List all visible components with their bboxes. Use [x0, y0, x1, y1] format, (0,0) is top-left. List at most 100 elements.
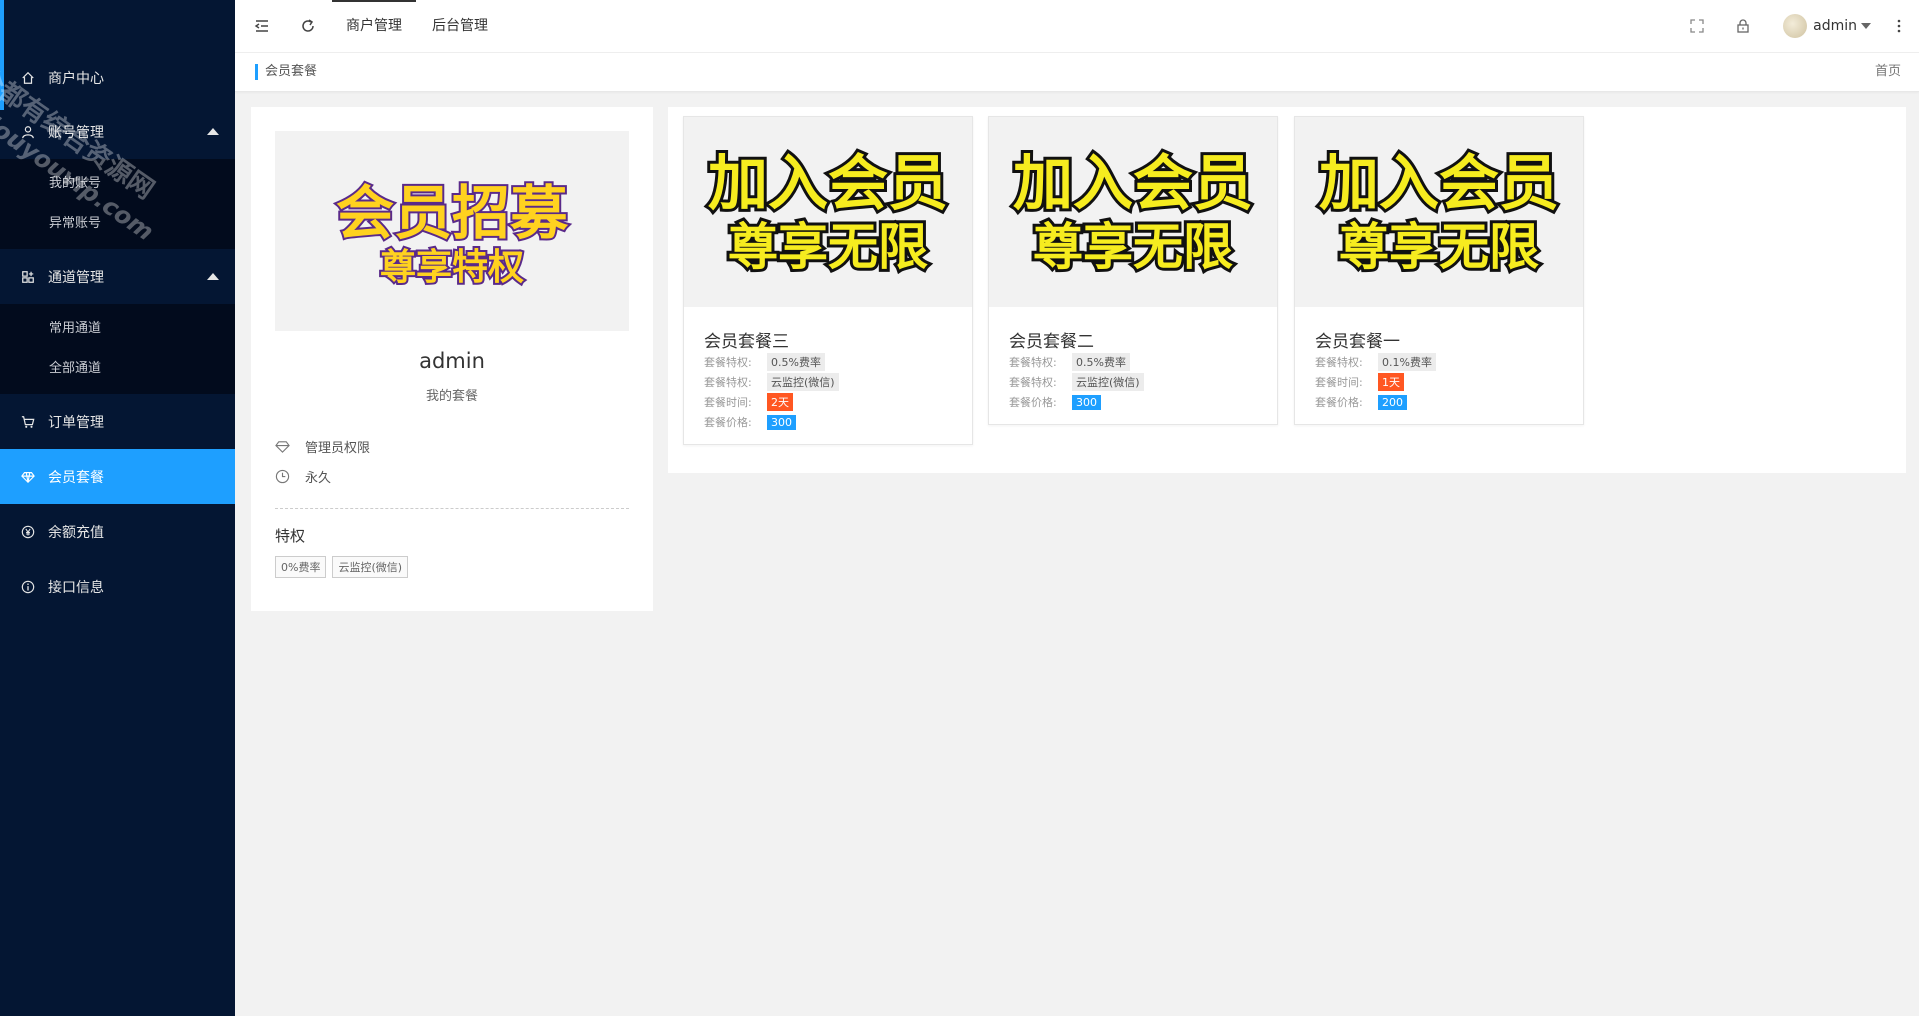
- package-card[interactable]: 加入会员 尊享无限 会员套餐二 套餐特权: 0.5%费率 套餐特权: 云监控(微信)…: [988, 116, 1278, 425]
- row-label: 套餐时间:: [704, 396, 752, 409]
- package-title: 会员套餐二: [1009, 332, 1094, 352]
- tab-merchant-management[interactable]: 商户管理: [332, 0, 416, 52]
- user-icon: [20, 124, 36, 140]
- row-label: 套餐特权:: [1009, 376, 1057, 389]
- lock-icon[interactable]: [1733, 16, 1753, 36]
- more-icon[interactable]: [1889, 16, 1909, 36]
- privilege-tags: 0%费率 云监控(微信): [275, 556, 409, 578]
- permission-row: 管理员权限: [275, 437, 370, 456]
- account-submenu: 我的账号 异常账号: [0, 159, 235, 249]
- sidebar-logo-area: [0, 0, 235, 110]
- profile-banner-image: 会员招募 尊享特权: [275, 131, 629, 331]
- sidebar-item-channel-management[interactable]: 通道管理: [0, 249, 235, 304]
- sidebar-item-order-management[interactable]: 订单管理: [0, 394, 235, 449]
- privileges-title: 特权: [275, 527, 306, 545]
- sidebar-subitem-abnormal-account[interactable]: 异常账号: [0, 204, 235, 244]
- row-value: 云监控(微信): [767, 373, 839, 391]
- package-row: 套餐价格: 300: [1009, 392, 1277, 412]
- row-label: 套餐价格:: [1009, 396, 1057, 409]
- menu-fold-icon[interactable]: [252, 16, 272, 36]
- row-value: 0.5%费率: [767, 353, 825, 371]
- yen-icon: [20, 524, 36, 540]
- duration-row: 永久: [275, 467, 331, 486]
- sidebar-item-label: 订单管理: [48, 414, 104, 431]
- row-value: 200: [1378, 394, 1407, 410]
- sidebar-subitem-my-account[interactable]: 我的账号: [0, 164, 235, 204]
- package-row: 套餐价格: 200: [1315, 392, 1583, 412]
- row-value: 0.5%费率: [1072, 353, 1130, 371]
- sidebar: 全都有综合资源网 douyouvip.com 商户中心 账号管理 我的账号 异常…: [0, 0, 235, 1016]
- privilege-tag: 云监控(微信): [332, 556, 409, 578]
- banner-text-line-2: 尊享无限: [728, 218, 928, 276]
- banner-text-line-1: 会员招募: [336, 179, 569, 247]
- package-title: 会员套餐一: [1315, 332, 1400, 352]
- sidebar-item-label: 会员套餐: [48, 469, 104, 486]
- profile-card: 会员招募 尊享特权 admin 我的套餐 管理员权限 永久 特权 0%费率 云监…: [251, 107, 653, 611]
- row-label: 套餐特权:: [704, 376, 752, 389]
- user-menu[interactable]: admin: [1783, 14, 1871, 38]
- cart-icon: [20, 414, 36, 430]
- sidebar-item-label: 商户中心: [48, 71, 104, 87]
- sidebar-item-merchant-center[interactable]: 商户中心: [0, 52, 235, 104]
- row-label: 套餐特权:: [704, 356, 752, 369]
- banner-text-line-2: 尊享无限: [1339, 218, 1539, 276]
- breadcrumb-current[interactable]: 会员套餐: [265, 53, 317, 91]
- apps-icon: [20, 269, 36, 285]
- sidebar-item-label: 余额充值: [48, 524, 104, 541]
- banner-text-line-1: 加入会员: [1319, 149, 1559, 219]
- sidebar-subitem-all-channel[interactable]: 全部通道: [0, 349, 235, 389]
- package-card[interactable]: 加入会员 尊享无限 会员套餐三 套餐特权: 0.5%费率 套餐特权: 云监控(微信)…: [683, 116, 973, 445]
- package-title: 会员套餐三: [704, 332, 789, 352]
- row-label: 套餐特权:: [1009, 356, 1057, 369]
- chevron-up-icon: [207, 128, 219, 135]
- row-value: 300: [1072, 394, 1101, 410]
- package-banner-image: 加入会员 尊享无限: [1295, 117, 1583, 307]
- banner-text-line-2: 尊享特权: [380, 247, 524, 288]
- package-banner-image: 加入会员 尊享无限: [989, 117, 1277, 307]
- diamond-icon: [20, 469, 36, 485]
- package-row: 套餐价格: 300: [704, 412, 972, 432]
- package-card[interactable]: 加入会员 尊享无限 会员套餐一 套餐特权: 0.1%费率 套餐时间: 1天 套餐价格…: [1294, 116, 1584, 425]
- chevron-down-icon: [1861, 23, 1871, 29]
- package-row: 套餐特权: 云监控(微信): [704, 372, 972, 392]
- package-banner-image: 加入会员 尊享无限: [684, 117, 972, 307]
- info-icon: [20, 579, 36, 595]
- packages-panel: 加入会员 尊享无限 会员套餐三 套餐特权: 0.5%费率 套餐特权: 云监控(微信)…: [668, 107, 1906, 473]
- banner-text-line-1: 加入会员: [708, 149, 948, 219]
- diamond-icon: [275, 439, 291, 455]
- permission-text: 管理员权限: [305, 441, 371, 456]
- sidebar-item-account-management[interactable]: 账号管理: [0, 104, 235, 159]
- row-label: 套餐时间:: [1315, 376, 1363, 389]
- package-row: 套餐特权: 0.1%费率: [1315, 352, 1583, 372]
- sidebar-item-label: 接口信息: [48, 579, 104, 596]
- refresh-icon[interactable]: [298, 16, 318, 36]
- tab-backend-management[interactable]: 后台管理: [432, 0, 488, 52]
- username: admin: [1813, 18, 1857, 34]
- profile-name: admin: [419, 349, 485, 373]
- breadcrumb-marker: [255, 64, 258, 80]
- breadcrumb: 会员套餐 首页: [235, 53, 1919, 92]
- row-value: 云监控(微信): [1072, 373, 1144, 391]
- package-row: 套餐特权: 云监控(微信): [1009, 372, 1277, 392]
- row-label: 套餐特权:: [1315, 356, 1363, 369]
- banner-text-line-1: 加入会员: [1013, 149, 1253, 219]
- sidebar-item-api-info[interactable]: 接口信息: [0, 559, 235, 614]
- top-header: 商户管理 后台管理 admin: [235, 0, 1919, 53]
- sidebar-item-membership[interactable]: 会员套餐: [0, 449, 235, 504]
- privilege-tag: 0%费率: [275, 556, 327, 578]
- sidebar-item-balance-recharge[interactable]: 余额充值: [0, 504, 235, 559]
- sidebar-item-label: 通道管理: [48, 269, 104, 286]
- home-link[interactable]: 首页: [1875, 53, 1901, 91]
- package-row: 套餐时间: 1天: [1315, 372, 1583, 392]
- row-value: 300: [767, 414, 796, 430]
- duration-text: 永久: [305, 471, 332, 486]
- clock-icon: [275, 469, 291, 485]
- row-label: 套餐价格:: [1315, 396, 1363, 409]
- fullscreen-icon[interactable]: [1687, 16, 1707, 36]
- package-row: 套餐时间: 2天: [704, 392, 972, 412]
- sidebar-subitem-common-channel[interactable]: 常用通道: [0, 309, 235, 349]
- channel-submenu: 常用通道 全部通道: [0, 304, 235, 394]
- banner-text-line-2: 尊享无限: [1033, 218, 1233, 276]
- row-label: 套餐价格:: [704, 416, 752, 429]
- sidebar-item-label: 账号管理: [48, 124, 104, 141]
